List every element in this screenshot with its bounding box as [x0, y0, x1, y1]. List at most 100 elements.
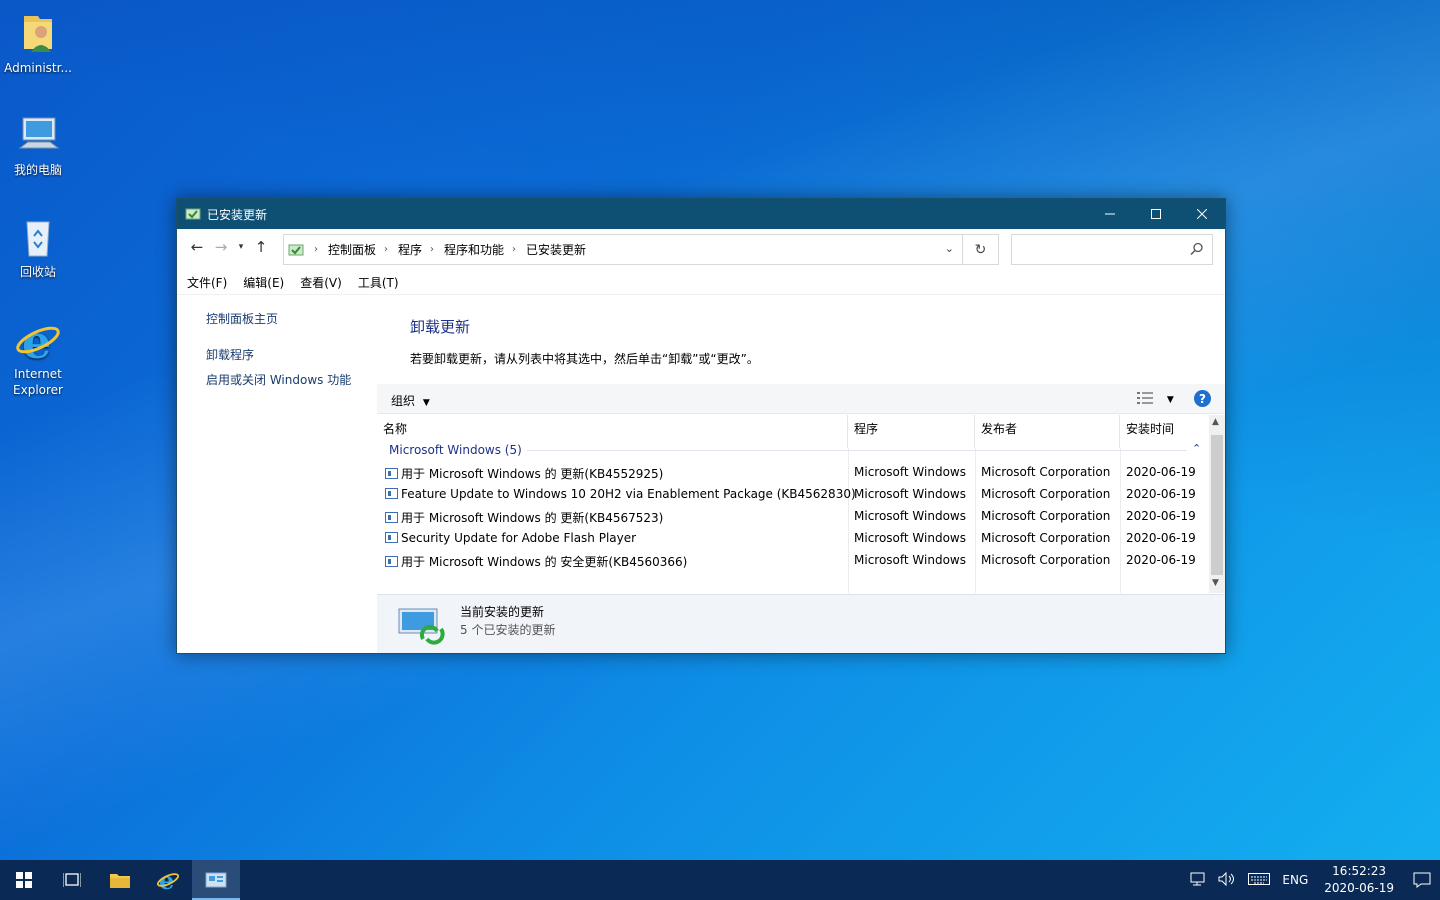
- scroll-down-icon[interactable]: ▼: [1212, 578, 1219, 588]
- forward-button[interactable]: →: [209, 235, 233, 259]
- window-title: 已安装更新: [207, 207, 268, 222]
- desktop-icon-admin[interactable]: Administr...: [2, 10, 74, 76]
- scroll-up-icon[interactable]: ▲: [1212, 417, 1219, 427]
- row-program: Microsoft Windows: [854, 465, 966, 479]
- organize-label: 组织: [391, 394, 416, 408]
- menu-edit[interactable]: 编辑(E): [243, 274, 284, 291]
- taskbar: e ENG 16:52:23 2020-06-19: [0, 860, 1440, 900]
- recent-locations-button[interactable]: ▾: [233, 235, 249, 259]
- row-date: 2020-06-19: [1126, 553, 1196, 567]
- view-options-button[interactable]: ▼: [1137, 392, 1174, 407]
- control-panel-icon: [185, 208, 201, 220]
- scrollbar-thumb[interactable]: [1211, 435, 1223, 575]
- arrow-left-icon: ←: [190, 238, 204, 256]
- row-program: Microsoft Windows: [854, 553, 966, 567]
- caret-down-icon: ▼: [422, 398, 430, 408]
- row-name: Security Update for Adobe Flash Player: [401, 531, 637, 545]
- column-header-publisher[interactable]: 发布者: [975, 415, 1120, 448]
- breadcrumb-programs[interactable]: 程序: [398, 241, 422, 258]
- action-center-button[interactable]: [1404, 860, 1440, 900]
- network-icon[interactable]: [1190, 872, 1206, 889]
- breadcrumb-installed-updates[interactable]: 已安装更新: [526, 241, 586, 258]
- details-count: 5 个已安装的更新: [460, 623, 556, 637]
- chevron-down-icon: ▾: [238, 242, 244, 252]
- svg-text:e: e: [22, 316, 51, 364]
- row-name: Feature Update to Windows 10 20H2 via En…: [401, 487, 856, 501]
- minimize-icon: [1105, 213, 1115, 215]
- help-button[interactable]: ?: [1194, 390, 1211, 407]
- installed-updates-window: 已安装更新 ← → ▾ ↑ › 控制面板 › 程序 › 程序和功能 › 已安装更…: [176, 198, 1226, 654]
- address-dropdown-icon[interactable]: ⌄: [945, 242, 954, 255]
- minimize-button[interactable]: [1087, 199, 1133, 229]
- breadcrumb-control-panel[interactable]: 控制面板: [328, 241, 376, 258]
- column-publisher-label: 发布者: [981, 422, 1018, 436]
- refresh-icon: ↻: [974, 241, 987, 258]
- up-button[interactable]: ↑: [249, 235, 273, 259]
- menu-bar: 文件(F) 编辑(E) 查看(V) 工具(T): [177, 271, 1225, 295]
- close-button[interactable]: [1179, 199, 1225, 229]
- organize-button[interactable]: 组织 ▼: [391, 392, 430, 409]
- volume-icon[interactable]: [1218, 871, 1236, 889]
- keyboard-icon[interactable]: [1248, 872, 1271, 889]
- taskbar-internet-explorer[interactable]: e: [144, 860, 192, 900]
- details-view-icon: [1137, 392, 1153, 404]
- row-date: 2020-06-19: [1126, 509, 1196, 523]
- row-name: 用于 Microsoft Windows 的 更新(KB4552925): [401, 467, 664, 481]
- row-publisher: Microsoft Corporation: [981, 531, 1111, 545]
- input-language[interactable]: ENG: [1282, 873, 1308, 887]
- notification-icon: [1413, 872, 1431, 888]
- desktop-icon-ie[interactable]: e Internet Explorer: [2, 315, 74, 398]
- chevron-right-icon: ›: [512, 244, 517, 255]
- chevron-right-icon: ›: [384, 244, 389, 255]
- row-name: 用于 Microsoft Windows 的 安全更新(KB4560366): [401, 555, 688, 569]
- table-row[interactable]: Security Update for Adobe Flash Player M…: [377, 528, 1207, 550]
- details-pane: 当前安装的更新 5 个已安装的更新: [377, 594, 1225, 653]
- row-publisher: Microsoft Corporation: [981, 465, 1111, 479]
- details-title: 当前安装的更新: [460, 605, 545, 619]
- clock[interactable]: 16:52:23 2020-06-19: [1324, 863, 1394, 897]
- desktop-icon-computer[interactable]: 我的电脑: [2, 112, 74, 178]
- row-date: 2020-06-19: [1126, 465, 1196, 479]
- left-navigation-pane: 控制面板主页 卸载程序 启用或关闭 Windows 功能: [177, 296, 377, 653]
- title-bar[interactable]: 已安装更新: [177, 199, 1225, 229]
- menu-view[interactable]: 查看(V): [300, 274, 342, 291]
- search-input[interactable]: [1018, 235, 1188, 263]
- link-windows-features[interactable]: 启用或关闭 Windows 功能: [206, 371, 351, 388]
- link-uninstall-program[interactable]: 卸载程序: [206, 346, 254, 363]
- computer-icon: [14, 112, 62, 160]
- table-row[interactable]: 用于 Microsoft Windows 的 更新(KB4552925) Mic…: [377, 462, 1207, 484]
- menu-file[interactable]: 文件(F): [187, 274, 227, 291]
- desktop-icon-recycle-bin[interactable]: 回收站: [2, 214, 74, 280]
- row-publisher: Microsoft Corporation: [981, 487, 1111, 501]
- search-box[interactable]: [1011, 234, 1213, 265]
- row-program: Microsoft Windows: [854, 531, 966, 545]
- group-header[interactable]: Microsoft Windows (5): [389, 443, 522, 457]
- back-button[interactable]: ←: [185, 235, 209, 259]
- task-view-icon: [63, 873, 81, 887]
- breadcrumb-programs-features[interactable]: 程序和功能: [444, 241, 504, 258]
- question-icon: ?: [1199, 391, 1206, 406]
- taskbar-control-panel[interactable]: [192, 860, 240, 900]
- taskbar-file-explorer[interactable]: [96, 860, 144, 900]
- search-icon: [1190, 242, 1203, 256]
- system-tray: ENG 16:52:23 2020-06-19: [1184, 860, 1440, 900]
- column-date-label: 安装时间: [1126, 422, 1175, 436]
- updates-list: 名称 程序 发布者 安装时间 Microsoft Windows (5) ⌃ 用…: [377, 415, 1225, 593]
- column-header-program[interactable]: 程序: [848, 415, 975, 448]
- task-view-button[interactable]: [48, 860, 96, 900]
- vertical-scrollbar[interactable]: ▲ ▼: [1209, 415, 1225, 593]
- row-publisher: Microsoft Corporation: [981, 553, 1111, 567]
- table-row[interactable]: 用于 Microsoft Windows 的 更新(KB4567523) Mic…: [377, 506, 1207, 528]
- address-bar[interactable]: › 控制面板 › 程序 › 程序和功能 › 已安装更新 ⌄: [283, 234, 963, 265]
- table-row[interactable]: 用于 Microsoft Windows 的 安全更新(KB4560366) M…: [377, 550, 1207, 572]
- collapse-group-icon[interactable]: ⌃: [1192, 442, 1201, 455]
- link-control-panel-home[interactable]: 控制面板主页: [206, 310, 278, 327]
- start-button[interactable]: [0, 860, 48, 900]
- control-panel-icon: [288, 244, 304, 255]
- menu-tools[interactable]: 工具(T): [358, 274, 399, 291]
- maximize-button[interactable]: [1133, 199, 1179, 229]
- refresh-button[interactable]: ↻: [963, 234, 999, 265]
- table-row[interactable]: Feature Update to Windows 10 20H2 via En…: [377, 484, 1207, 506]
- caret-down-icon: ▼: [1166, 395, 1174, 405]
- folder-icon: [110, 874, 130, 888]
